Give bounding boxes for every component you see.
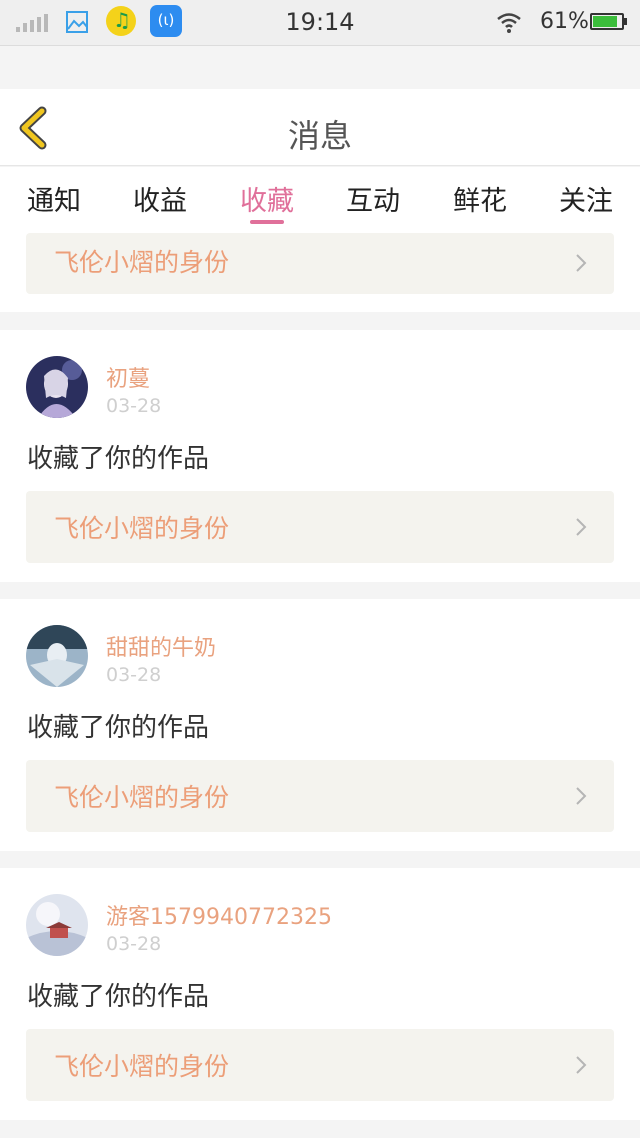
post-date: 03-28 [106,395,162,417]
status-bar: (ɩ) 19:14 61% [0,0,640,46]
user-name[interactable]: 甜甜的牛奶 [106,630,216,662]
tab-bar: 通知 收益 收藏 互动 鲜花 关注 [0,167,640,233]
chevron-right-icon [576,1056,587,1074]
work-title: 飞伦小熠的身份 [54,1052,230,1081]
list-item: 甜甜的牛奶 03-28 收藏了你的作品 飞伦小熠的身份 [0,599,640,851]
app-header: 消息 [0,89,640,166]
tab-flowers[interactable]: 鲜花 [440,179,520,218]
tab-notifications[interactable]: 通知 [14,179,94,218]
work-title: 飞伦小熠的身份 [54,248,230,277]
work-link[interactable]: 飞伦小熠的身份 [26,491,614,563]
user-name[interactable]: 初蔓 [106,361,150,393]
list-item: 游客1579940772325 03-28 收藏了你的作品 飞伦小熠的身份 [0,868,640,1120]
action-text: 收藏了你的作品 [27,982,210,1012]
active-tab-indicator [250,220,284,224]
work-title: 飞伦小熠的身份 [54,514,230,543]
tab-following[interactable]: 关注 [546,179,626,218]
work-link[interactable]: 飞伦小熠的身份 [26,760,614,832]
chevron-right-icon [576,787,587,805]
tab-earnings[interactable]: 收益 [120,179,200,218]
chevron-right-icon [576,254,587,272]
battery-percent: 61% [540,9,589,34]
list-item: 飞伦小熠的身份 [0,233,640,312]
work-title: 飞伦小熠的身份 [54,783,230,812]
list-item: 初蔓 03-28 收藏了你的作品 飞伦小熠的身份 [0,330,640,582]
page-title: 消息 [287,117,352,155]
back-button[interactable] [14,105,54,151]
tab-interactions[interactable]: 互动 [333,179,413,218]
post-date: 03-28 [106,933,162,955]
action-text: 收藏了你的作品 [27,713,210,743]
post-date: 03-28 [106,664,162,686]
avatar[interactable] [26,356,88,418]
work-link[interactable]: 飞伦小熠的身份 [26,1029,614,1101]
tab-favorites[interactable]: 收藏 [227,179,307,218]
chevron-right-icon [576,518,587,536]
user-name[interactable]: 游客1579940772325 [106,899,332,931]
avatar[interactable] [26,894,88,956]
battery-icon [590,13,627,30]
avatar[interactable] [26,625,88,687]
action-text: 收藏了你的作品 [27,444,210,474]
wifi-icon [497,13,521,33]
work-link[interactable]: 飞伦小熠的身份 [26,233,614,294]
